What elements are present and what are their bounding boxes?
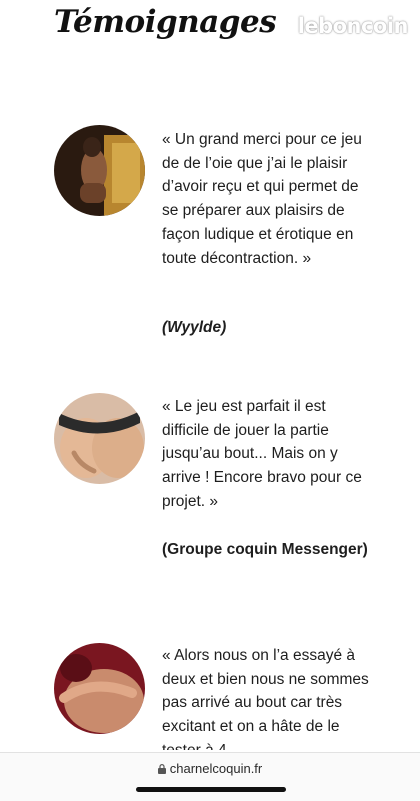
url-text: charnelcoquin.fr [169,761,263,776]
page-title: Témoignages [54,4,277,40]
testimonial-quote: « Un grand merci pour ce jeu de de l’oie… [162,131,362,267]
testimonial-author: (Wyylde) [162,319,227,336]
lock-icon [157,762,166,777]
avatar [54,393,145,484]
leboncoin-watermark: leboncoin [297,14,409,38]
avatar [54,643,145,734]
person-photo-icon [54,393,145,484]
avatar [54,125,145,216]
testimonial-author: (Groupe coquin Messenger) [162,541,368,558]
testimonial-quote: « Alors nous on l’a essayé à deux et bie… [162,647,369,750]
home-indicator[interactable] [136,787,286,792]
person-photo-icon [54,125,145,216]
testimonial-quote: « Le jeu est parfait il est difficile de… [162,398,362,510]
url-display[interactable]: charnelcoquin.fr [0,761,420,777]
person-photo-icon [54,643,145,734]
browser-address-bar[interactable]: charnelcoquin.fr [0,752,420,801]
